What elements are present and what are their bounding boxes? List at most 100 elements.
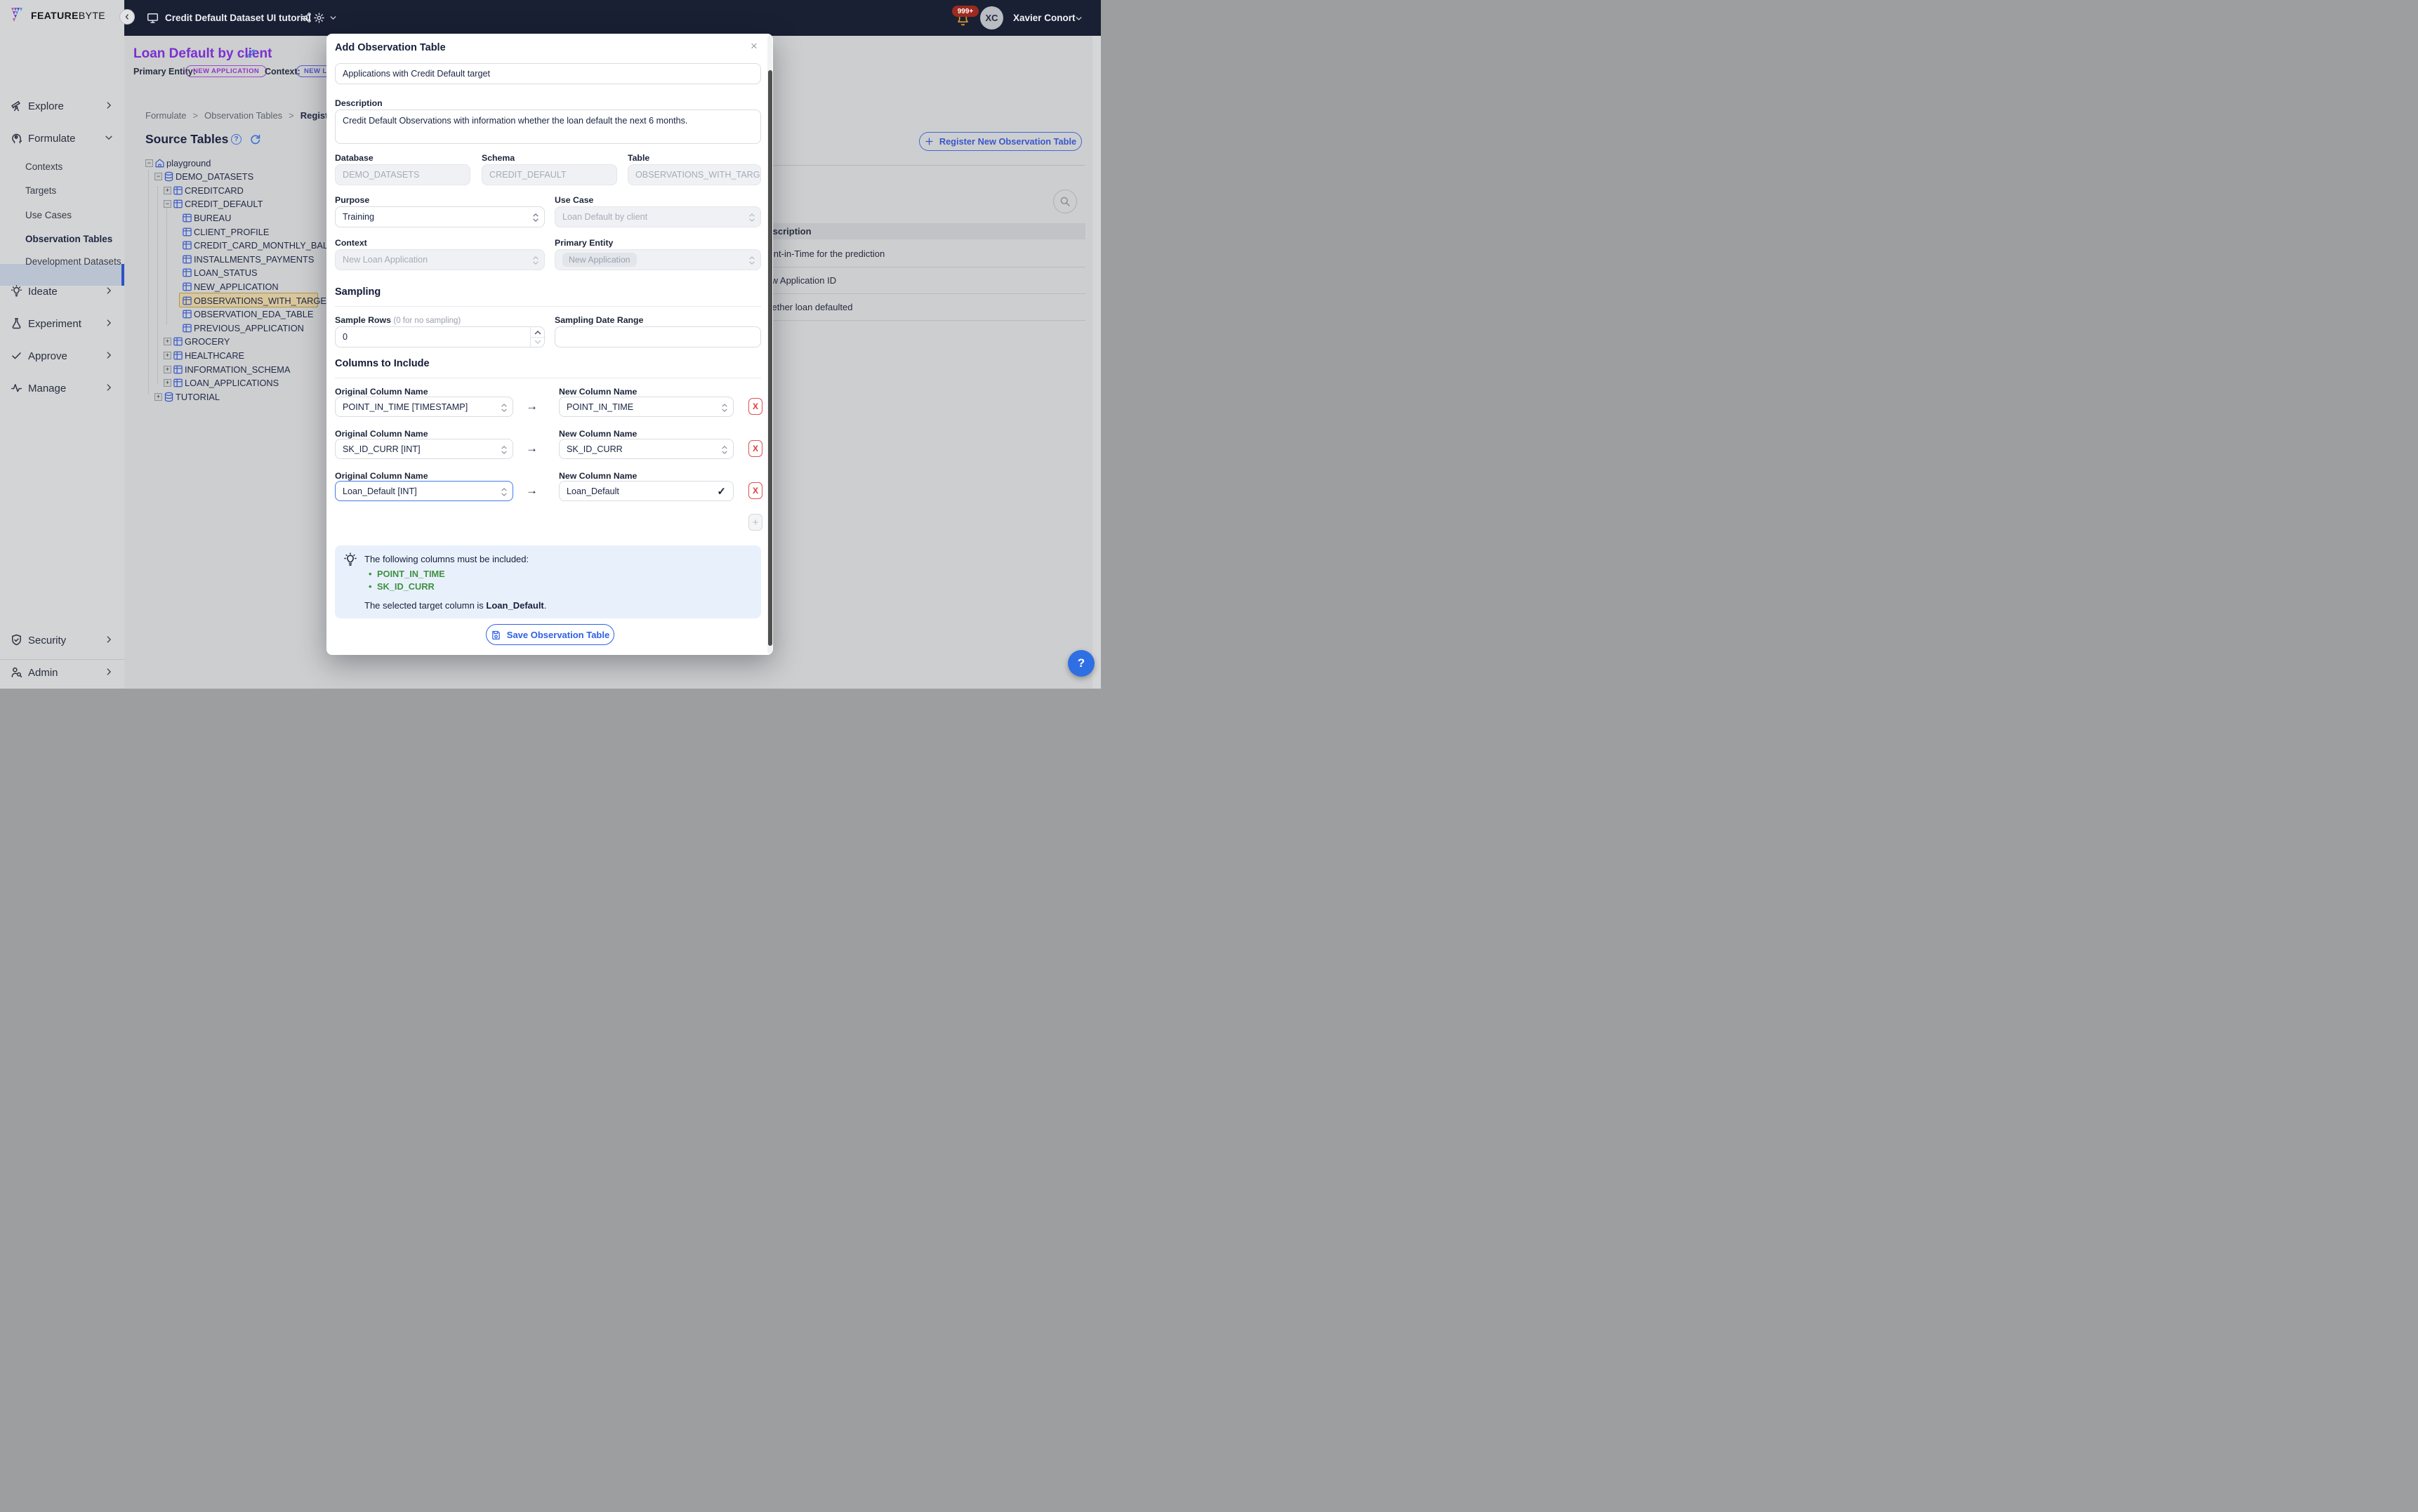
original-column-select[interactable]: Loan_Default [INT]	[335, 481, 513, 501]
new-column-name-label: New Column Name	[559, 471, 637, 481]
search-button[interactable]	[1053, 190, 1077, 213]
sidebar-item-development-datasets[interactable]: Development Datasets	[0, 253, 124, 269]
original-column-name-label: Original Column Name	[335, 429, 428, 439]
context-label: Context:	[265, 67, 300, 77]
sidebar-item-use-cases[interactable]: Use Cases	[0, 207, 124, 223]
new-column-select[interactable]: POINT_IN_TIME	[559, 397, 734, 417]
description-textarea[interactable]: Credit Default Observations with informa…	[335, 110, 761, 144]
tree-item-label: INFORMATION_SCHEMA	[185, 364, 291, 375]
telescope-icon	[11, 100, 22, 112]
tree-expander-plus[interactable]: +	[164, 352, 171, 359]
target-column-name: Loan_Default	[486, 600, 543, 611]
sidebar-item-security[interactable]: Security	[0, 631, 124, 649]
close-icon[interactable]: ×	[751, 39, 758, 53]
original-column-select[interactable]: POINT_IN_TIME [TIMESTAMP]	[335, 397, 513, 417]
sampling-date-range-input[interactable]	[555, 326, 761, 347]
sample-rows-stepper[interactable]	[530, 326, 545, 347]
user-chevron-down-icon[interactable]	[1074, 14, 1083, 23]
home-icon	[154, 158, 165, 168]
chevR-icon	[104, 383, 114, 392]
sidebar-item-ideate[interactable]: Ideate	[0, 282, 124, 300]
sidebar-item-observation-tables[interactable]: Observation Tables	[0, 231, 124, 246]
tree-expander-plus[interactable]: +	[154, 393, 162, 401]
sidebar-item-formulate[interactable]: Formulate	[0, 129, 124, 147]
register-new-observation-table-button[interactable]: Register New Observation Table	[919, 132, 1082, 151]
sidebar-item-experiment[interactable]: Experiment	[0, 314, 124, 333]
table-icon	[182, 267, 192, 278]
save-icon	[491, 630, 501, 640]
chevR-icon	[104, 635, 114, 644]
new-column-select[interactable]: SK_ID_CURR	[559, 439, 734, 459]
tree-expander-plus[interactable]: +	[164, 366, 171, 373]
edit-title-icon[interactable]	[246, 48, 257, 59]
sidebar-item-manage[interactable]: Manage	[0, 379, 124, 397]
table-icon	[182, 309, 192, 319]
purpose-select[interactable]: Training	[335, 206, 545, 227]
sample-rows-input[interactable]: 0	[335, 326, 545, 347]
remove-column-button[interactable]: X	[748, 482, 762, 499]
tree-item-label: PREVIOUS_APPLICATION	[194, 323, 304, 333]
breadcrumb-item[interactable]: Formulate	[145, 110, 187, 121]
purpose-label: Purpose	[335, 195, 369, 205]
required-columns-info-box: The following columns must be included: …	[335, 545, 761, 618]
remove-column-button[interactable]: X	[748, 398, 762, 415]
tree-expander-minus[interactable]: −	[145, 159, 153, 167]
headgear-icon	[11, 132, 22, 144]
sidebar-item-admin[interactable]: Admin	[0, 663, 124, 682]
chevR-icon	[104, 286, 114, 296]
select-chevrons-icon	[532, 256, 539, 265]
context-select-label: Context	[335, 238, 367, 248]
workspace-title: Credit Default Dataset UI tutorial	[165, 13, 311, 23]
brand-logo[interactable]: FEATUREBYTE	[11, 7, 105, 24]
sidebar-item-approve[interactable]: Approve	[0, 347, 124, 365]
modal-scrollbar-thumb[interactable]	[768, 70, 772, 646]
tree-item-label: TUTORIAL	[176, 392, 220, 402]
save-observation-table-button[interactable]: Save Observation Table	[486, 624, 614, 645]
chevs-icon	[501, 487, 508, 497]
tree-item-label: DEMO_DATASETS	[176, 171, 253, 182]
app-screen: Register New Observation Table Descripti…	[0, 0, 1101, 689]
chevs-icon	[721, 445, 728, 455]
table-icon	[173, 364, 183, 375]
breadcrumb-item[interactable]: Observation Tables	[204, 110, 282, 121]
tree-expander-plus[interactable]: +	[164, 187, 171, 194]
select-chevrons-icon	[748, 213, 755, 223]
section-divider	[335, 306, 761, 307]
sidebar-item-targets[interactable]: Targets	[0, 183, 124, 198]
add-column-button[interactable]: +	[748, 514, 762, 531]
chevD-icon	[104, 133, 114, 142]
sidebar-item-label: Ideate	[28, 286, 58, 298]
workspace-chevron-down-icon[interactable]	[329, 13, 338, 22]
collapse-sidebar-button[interactable]	[119, 9, 135, 25]
tree-expander-plus[interactable]: +	[164, 338, 171, 345]
primary-entity-badge[interactable]: NEW APPLICATION	[185, 65, 267, 77]
tree-expander-minus[interactable]: −	[164, 200, 171, 208]
remove-column-button[interactable]: X	[748, 440, 762, 457]
required-column-point-in-time: POINT_IN_TIME	[377, 569, 445, 579]
plus-icon	[925, 137, 934, 146]
avatar[interactable]: XC	[980, 6, 1003, 29]
arrow-right-icon: →	[526, 442, 538, 456]
refresh-icon[interactable]	[249, 133, 261, 145]
tree-expander-minus[interactable]: −	[154, 173, 162, 180]
gear-icon[interactable]	[313, 12, 325, 24]
new-column-select[interactable]: Loan_Default✓	[559, 481, 734, 501]
name-input[interactable]: Applications with Credit Default target	[335, 63, 761, 84]
tree-expander-plus[interactable]: +	[164, 379, 171, 387]
save-button-label: Save Observation Table	[507, 630, 609, 640]
sidebar-item-contexts[interactable]: Contexts	[0, 159, 124, 174]
user-name: Xavier Conort	[1013, 13, 1076, 23]
sidebar-item-label: Observation Tables	[25, 234, 112, 244]
arrow-right-icon: →	[526, 399, 538, 413]
shield-icon	[11, 634, 22, 646]
share-icon[interactable]	[300, 12, 312, 23]
help-fab-button[interactable]: ?	[1068, 650, 1095, 677]
original-column-select[interactable]: SK_ID_CURR [INT]	[335, 439, 513, 459]
lightbulb-icon	[343, 552, 357, 566]
help-icon[interactable]: ?	[231, 134, 242, 145]
page-scrollbar-gutter[interactable]	[1092, 36, 1101, 689]
sidebar-item-explore[interactable]: Explore	[0, 97, 124, 115]
info-line1: The following columns must be included:	[364, 554, 529, 564]
database-label: Database	[335, 153, 374, 163]
sidebar-item-label: Use Cases	[25, 210, 72, 220]
